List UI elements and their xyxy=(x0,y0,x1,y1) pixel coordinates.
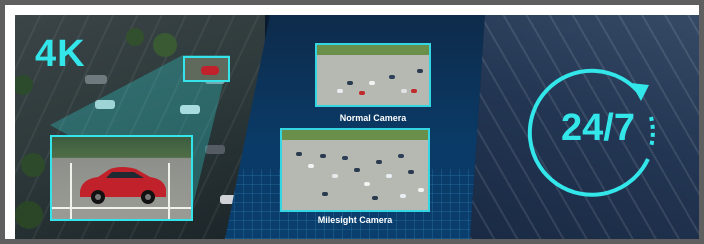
car-dot xyxy=(369,81,375,85)
label-4k: 4K xyxy=(35,33,86,75)
normal-camera-caption: Normal Camera xyxy=(339,113,407,123)
car-dot xyxy=(320,154,326,158)
car-dot xyxy=(372,196,378,200)
car-dot xyxy=(342,156,348,160)
grass-strip xyxy=(317,45,429,55)
car-dot xyxy=(398,154,404,158)
car-dot xyxy=(359,91,365,95)
car-dot xyxy=(389,75,395,79)
zoom-source-box xyxy=(183,56,230,82)
car-dot xyxy=(376,160,382,164)
car-dot xyxy=(408,170,414,174)
normal-camera-image xyxy=(315,43,431,107)
zoom-detail-box xyxy=(50,135,193,221)
parking-line xyxy=(70,163,72,219)
car-dot xyxy=(417,69,423,73)
car-dot xyxy=(400,194,406,198)
car-dot xyxy=(364,182,370,186)
milesight-camera-image xyxy=(280,128,430,212)
parking-line xyxy=(168,163,170,219)
car-dot xyxy=(401,89,407,93)
grass-strip xyxy=(282,130,428,140)
car-dot xyxy=(308,164,314,168)
car-dot xyxy=(354,168,360,172)
car-dot xyxy=(337,89,343,93)
milesight-camera-caption: Milesight Camera xyxy=(317,215,393,225)
panel-4k: 4K xyxy=(15,15,265,239)
car-dot xyxy=(296,152,302,156)
car-dot xyxy=(347,81,353,85)
label-24-7: 24/7 xyxy=(561,107,635,149)
car-dot xyxy=(418,188,424,192)
car-dot xyxy=(386,174,392,178)
red-car-large xyxy=(80,167,166,204)
parking-line xyxy=(52,207,191,209)
car-dot xyxy=(322,192,328,196)
car-dot xyxy=(411,89,417,93)
banner-frame: 4K Normal Camera Milesight Camera 24/7 xyxy=(0,0,704,244)
red-car-small xyxy=(201,66,219,75)
car-dot xyxy=(332,174,338,178)
surveillance-banner: 4K Normal Camera Milesight Camera 24/7 xyxy=(15,15,699,239)
